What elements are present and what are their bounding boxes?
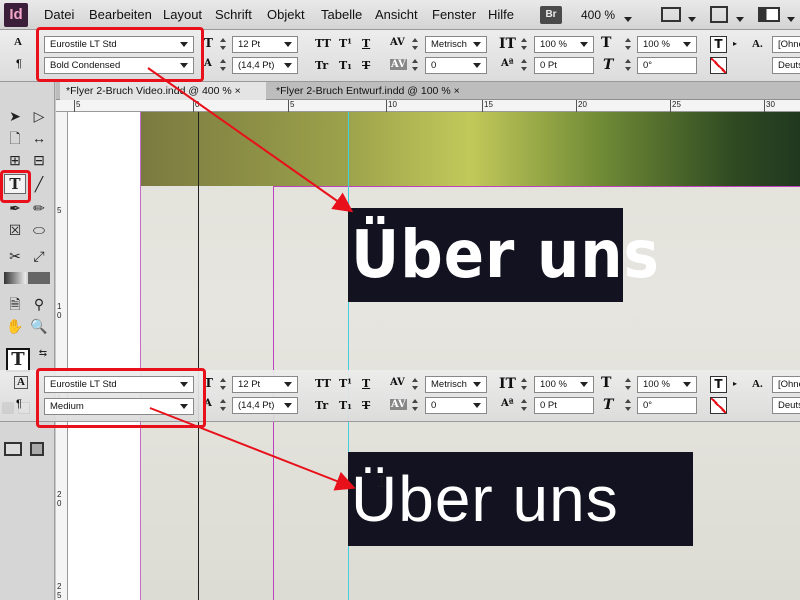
arrow-to-bold-heading: [147, 67, 354, 213]
arrow-to-medium-heading: [149, 407, 356, 491]
annotation-arrows: [147, 67, 356, 491]
